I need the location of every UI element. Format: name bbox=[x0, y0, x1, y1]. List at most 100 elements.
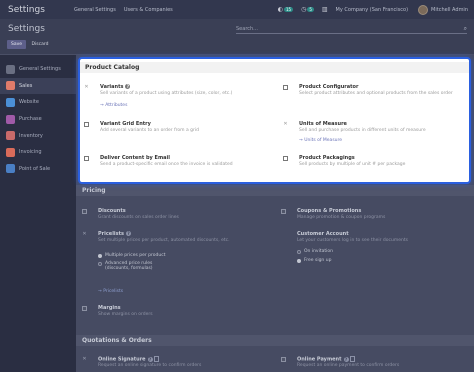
user-menu[interactable]: Mitchell Admin bbox=[431, 7, 468, 13]
setting-title: Variant Grid Entry bbox=[100, 121, 151, 127]
chat-icon[interactable]: ◐ 15 bbox=[278, 6, 294, 13]
coupons-checkbox[interactable] bbox=[281, 209, 286, 214]
sidebar-item-invoicing[interactable]: Invoicing bbox=[0, 144, 76, 161]
avatar[interactable] bbox=[418, 4, 429, 15]
sidebar-item-label: General Settings bbox=[19, 66, 61, 73]
setting-title: Product Packagings bbox=[299, 155, 355, 161]
setting-variants: ✕ Variants? Sell variants of a product u… bbox=[84, 84, 274, 112]
radio-free-signup[interactable]: Free sign up bbox=[297, 258, 331, 263]
sidebar-item-label: Invoicing bbox=[19, 149, 42, 156]
help-icon[interactable]: ? bbox=[125, 231, 131, 236]
help-icon[interactable]: ? bbox=[125, 84, 131, 89]
radio-label: On invitation bbox=[304, 249, 333, 254]
margins-checkbox[interactable] bbox=[82, 306, 87, 311]
sidebar-item-inventory[interactable]: Inventory bbox=[0, 127, 76, 144]
variant-grid-checkbox[interactable] bbox=[84, 122, 89, 127]
units-of-measure-link[interactable]: → Units of Measure bbox=[299, 138, 342, 143]
save-button[interactable]: Save bbox=[7, 40, 26, 49]
online-signature-checkbox[interactable]: ✕ bbox=[82, 357, 87, 362]
setting-pricelists: ✕ Pricelists? Set multiple prices per pr… bbox=[82, 231, 272, 301]
activity-icon[interactable]: ◷ 5 bbox=[301, 6, 314, 13]
help-icon[interactable]: ? bbox=[343, 356, 349, 362]
sidebar-item-sales[interactable]: Sales bbox=[0, 77, 76, 95]
radio-advanced-rules[interactable]: Advanced price rules (discounts, formulas… bbox=[98, 261, 153, 271]
top-navbar: Settings General Settings Users & Compan… bbox=[0, 0, 474, 19]
setting-title: Online Payment? bbox=[297, 356, 355, 363]
radio-multiple-prices[interactable]: Multiple prices per product bbox=[98, 253, 166, 258]
pricelists-checkbox[interactable]: ✕ bbox=[82, 232, 87, 237]
radio-button[interactable] bbox=[98, 262, 102, 266]
inventory-icon bbox=[6, 131, 15, 141]
online-payment-checkbox[interactable] bbox=[281, 357, 286, 362]
discounts-checkbox[interactable] bbox=[82, 209, 87, 214]
search-icon[interactable]: ⌕ bbox=[464, 25, 467, 33]
company-switcher[interactable]: My Company (San Francisco) bbox=[336, 7, 409, 13]
radio-label: Free sign up bbox=[304, 258, 332, 263]
menu-general-settings[interactable]: General Settings bbox=[74, 7, 116, 13]
product-configurator-checkbox[interactable] bbox=[283, 85, 288, 90]
sidebar-item-general-settings[interactable]: General Settings bbox=[0, 61, 76, 78]
uom-checkbox[interactable]: ✕ bbox=[283, 122, 288, 127]
setting-title: Variants? bbox=[100, 84, 131, 90]
radio-button[interactable] bbox=[98, 254, 102, 258]
invoicing-icon bbox=[6, 147, 15, 157]
search-placeholder: Search... bbox=[236, 26, 258, 32]
setting-description: Sell and purchase products in different … bbox=[299, 128, 426, 133]
setting-description: Show margins on orders bbox=[98, 312, 153, 317]
company-icon bbox=[349, 356, 355, 362]
activity-count-badge: 5 bbox=[307, 7, 314, 12]
sidebar-item-label: Website bbox=[19, 99, 39, 106]
section-header-pricing: Pricing bbox=[76, 185, 474, 196]
setting-title: Deliver Content by Email bbox=[100, 155, 170, 161]
link-label: Pricelists bbox=[103, 289, 124, 294]
setting-description: Sell variants of a product using attribu… bbox=[100, 91, 233, 96]
general-settings-icon bbox=[6, 64, 15, 74]
point-of-sale-icon bbox=[6, 164, 15, 174]
setting-description: Let your customers log in to see their d… bbox=[297, 238, 408, 243]
setting-description: Grant discounts on sales order lines bbox=[98, 215, 179, 220]
link-label: Units of Measure bbox=[304, 138, 343, 143]
product-packagings-checkbox[interactable] bbox=[283, 156, 288, 161]
setting-description: Send a product-specific email once the i… bbox=[100, 162, 233, 167]
search-input[interactable]: Search... ⌕ bbox=[236, 25, 467, 34]
setting-title-text: Online Payment bbox=[297, 356, 342, 363]
purchase-icon bbox=[6, 114, 15, 124]
setting-description: Sell products by multiple of unit # per … bbox=[299, 162, 406, 167]
radio-on-invitation[interactable]: On invitation bbox=[297, 249, 333, 254]
sidebar-item-point-of-sale[interactable]: Point of Sale bbox=[0, 161, 76, 178]
sidebar-item-label: Sales bbox=[19, 82, 33, 89]
sidebar-item-website[interactable]: Website bbox=[0, 94, 76, 111]
setting-title: Pricelists? bbox=[98, 231, 131, 237]
product-catalog-card: Product Catalog ✕ Variants? Sell variant… bbox=[78, 57, 471, 184]
setting-units-of-measure: ✕ Units of Measure Sell and purchase pro… bbox=[283, 121, 473, 149]
radio-button[interactable] bbox=[297, 259, 301, 263]
pricelists-link[interactable]: → Pricelists bbox=[98, 289, 123, 294]
help-icon[interactable]: ? bbox=[147, 356, 153, 362]
sidebar-item-purchase[interactable]: Purchase bbox=[0, 111, 76, 128]
section-header-quotations: Quotations & Orders bbox=[76, 335, 474, 346]
setting-title-text: Variants bbox=[100, 84, 124, 90]
control-panel: Settings Search... ⌕ Save Discard bbox=[0, 19, 474, 55]
radio-label-line2: (discounts, formulas) bbox=[105, 266, 153, 271]
link-label: Attributes bbox=[105, 103, 128, 108]
deliver-content-checkbox[interactable] bbox=[84, 156, 89, 161]
sales-icon bbox=[6, 81, 15, 91]
setting-title: Margins bbox=[98, 305, 121, 311]
setting-description: Set multiple prices per product, automat… bbox=[98, 238, 230, 243]
setting-description: Select product attributes and optional p… bbox=[299, 91, 453, 96]
setting-title: Product Configurator bbox=[299, 84, 359, 90]
attributes-link[interactable]: → Attributes bbox=[100, 103, 127, 108]
setting-title: Customer Account bbox=[297, 231, 349, 237]
menu-users-companies[interactable]: Users & Companies bbox=[124, 7, 173, 13]
setting-title: Units of Measure bbox=[299, 121, 347, 127]
page-title: Settings bbox=[8, 24, 45, 34]
radio-label: Advanced price rules (discounts, formulas… bbox=[105, 261, 153, 271]
setting-title: Coupons & Promotions bbox=[297, 208, 362, 214]
radio-label: Multiple prices per product bbox=[105, 253, 166, 258]
variants-checkbox[interactable]: ✕ bbox=[84, 85, 89, 90]
setting-description: Manage promotion & coupon programs bbox=[297, 215, 386, 220]
app-title[interactable]: Settings bbox=[8, 5, 74, 15]
radio-button[interactable] bbox=[297, 250, 301, 254]
discard-button[interactable]: Discard bbox=[28, 40, 52, 49]
setting-description: Request an online signature to confirm o… bbox=[98, 363, 202, 368]
